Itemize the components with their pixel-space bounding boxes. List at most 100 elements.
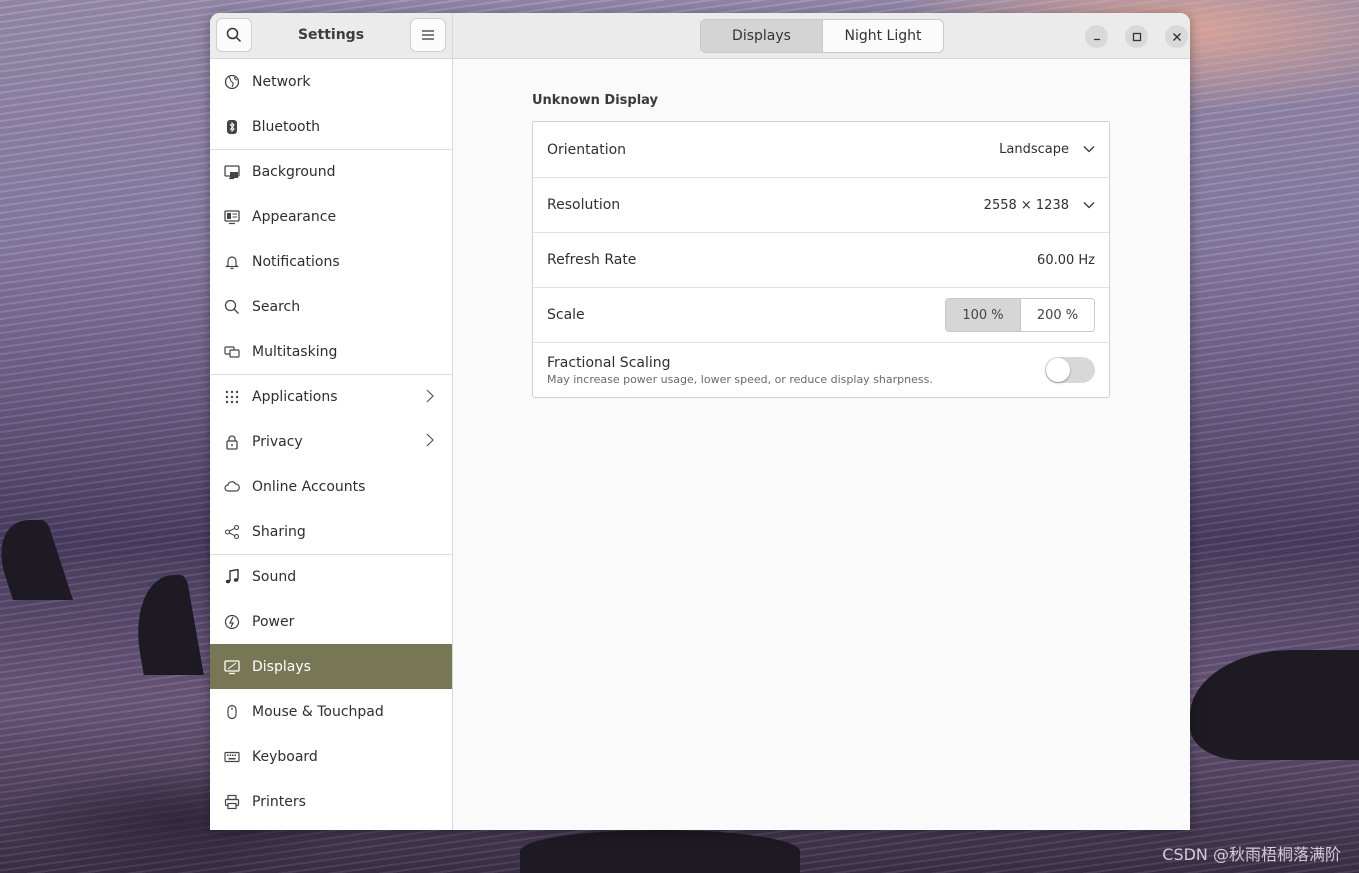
fractional-scaling-description: May increase power usage, lower speed, o… — [547, 372, 933, 386]
display-settings-card: Orientation Landscape Resolution 2558 × … — [532, 121, 1110, 398]
watermark: CSDN @秋雨梧桐落满阶 — [1162, 845, 1341, 864]
resolution-dropdown[interactable]: 2558 × 1238 — [984, 198, 1095, 213]
refresh-rate-label: Refresh Rate — [547, 252, 637, 268]
sidebar-item-displays[interactable]: Displays — [210, 644, 452, 689]
sidebar-item-background[interactable]: Background — [210, 149, 452, 194]
sidebar-item-label: Bluetooth — [252, 118, 320, 135]
fractional-scaling-row: Fractional Scaling May increase power us… — [533, 342, 1109, 397]
sidebar-item-label: Keyboard — [252, 748, 318, 765]
search-button[interactable] — [216, 18, 252, 52]
sidebar-item-label: Power — [252, 613, 295, 630]
orientation-label: Orientation — [547, 141, 627, 158]
toggle-knob — [1046, 358, 1070, 382]
chevron-right-icon — [426, 389, 434, 407]
search-icon — [224, 299, 240, 315]
sidebar-item-label: Mouse & Touchpad — [252, 703, 384, 720]
bell-icon — [224, 254, 240, 270]
sidebar-item-applications[interactable]: Applications — [210, 374, 452, 419]
content-header: Displays Night Light — [453, 13, 1190, 59]
chevron-down-icon — [1083, 142, 1095, 157]
mouse-icon — [224, 704, 240, 720]
sidebar-item-label: Sound — [252, 569, 297, 585]
cloud-icon — [224, 479, 240, 495]
scale-label: Scale — [547, 307, 585, 323]
fractional-scaling-toggle[interactable] — [1045, 357, 1095, 383]
share-icon — [224, 524, 240, 540]
menu-button[interactable] — [410, 18, 446, 52]
refresh-rate-row: Refresh Rate 60.00 Hz — [533, 232, 1109, 287]
sidebar-item-label: Privacy — [252, 433, 303, 450]
monitor-image-icon — [224, 164, 240, 180]
bluetooth-icon — [224, 119, 240, 135]
chevron-down-icon — [1083, 198, 1095, 213]
sidebar-title: Settings — [297, 27, 365, 43]
refresh-rate-value: 60.00 Hz — [1037, 252, 1095, 268]
sidebar: Settings Network Bluetooth Background Ap… — [210, 13, 453, 830]
orientation-value: Landscape — [999, 142, 1069, 157]
chevron-right-icon — [426, 433, 434, 451]
orientation-row[interactable]: Orientation Landscape — [533, 122, 1109, 177]
sidebar-item-sharing[interactable]: Sharing — [210, 509, 452, 554]
sidebar-item-printers[interactable]: Printers — [210, 779, 452, 824]
sidebar-item-label: Applications — [252, 389, 338, 405]
tab-displays[interactable]: Displays — [701, 20, 822, 52]
wallpaper-fin — [126, 575, 204, 675]
minimize-icon — [1093, 38, 1100, 40]
sidebar-item-notifications[interactable]: Notifications — [210, 239, 452, 284]
resolution-row[interactable]: Resolution 2558 × 1238 — [533, 177, 1109, 232]
scale-100-button[interactable]: 100 % — [946, 299, 1020, 331]
sidebar-item-online-accounts[interactable]: Online Accounts — [210, 464, 452, 509]
scale-selector: 100 % 200 % — [945, 298, 1095, 332]
sidebar-item-label: Appearance — [252, 208, 337, 225]
sidebar-header: Settings — [210, 13, 452, 59]
sidebar-item-label: Search — [252, 298, 301, 315]
display-name: Unknown Display — [532, 93, 659, 108]
lock-icon — [224, 434, 240, 450]
hamburger-icon — [422, 30, 434, 40]
wallpaper-fin — [0, 520, 73, 600]
sidebar-item-privacy[interactable]: Privacy — [210, 419, 452, 464]
printer-icon — [224, 794, 240, 810]
sidebar-item-sound[interactable]: Sound — [210, 554, 452, 599]
sidebar-item-label: Network — [252, 73, 311, 90]
close-icon — [1172, 32, 1181, 41]
tab-night-light[interactable]: Night Light — [822, 20, 943, 52]
sidebar-item-label: Sharing — [252, 523, 306, 540]
sidebar-item-bluetooth[interactable]: Bluetooth — [210, 104, 452, 149]
view-switcher: Displays Night Light — [700, 19, 944, 53]
sidebar-item-mouse-touchpad[interactable]: Mouse & Touchpad — [210, 689, 452, 734]
appearance-icon — [224, 209, 240, 225]
wallpaper-whale — [520, 830, 800, 873]
keyboard-icon — [224, 749, 240, 765]
maximize-button[interactable] — [1125, 25, 1148, 48]
scale-200-button[interactable]: 200 % — [1020, 299, 1094, 331]
sidebar-item-label: Notifications — [252, 253, 340, 270]
displays-panel: Unknown Display Orientation Landscape Re… — [453, 59, 1190, 830]
maximize-icon — [1132, 32, 1141, 41]
resolution-label: Resolution — [547, 197, 621, 213]
sidebar-item-multitasking[interactable]: Multitasking — [210, 329, 452, 374]
sidebar-item-appearance[interactable]: Appearance — [210, 194, 452, 239]
sidebar-item-power[interactable]: Power — [210, 599, 452, 644]
music-note-icon — [224, 569, 240, 585]
wallpaper-whale — [1190, 650, 1359, 760]
close-button[interactable] — [1165, 25, 1188, 48]
minimize-button[interactable] — [1085, 25, 1108, 48]
settings-window: Settings Network Bluetooth Background Ap… — [210, 13, 1190, 830]
sidebar-item-search[interactable]: Search — [210, 284, 452, 329]
power-icon — [224, 614, 240, 630]
scale-row: Scale 100 % 200 % — [533, 287, 1109, 342]
orientation-dropdown[interactable]: Landscape — [999, 142, 1095, 157]
sidebar-item-keyboard[interactable]: Keyboard — [210, 734, 452, 779]
sidebar-item-network[interactable]: Network — [210, 59, 452, 104]
grid-icon — [224, 389, 240, 405]
sidebar-item-label: Multitasking — [252, 343, 338, 360]
globe-icon — [224, 74, 240, 90]
display-icon — [224, 659, 240, 675]
sidebar-item-label: Background — [252, 164, 336, 180]
search-icon — [226, 27, 242, 43]
windows-icon — [224, 344, 240, 360]
resolution-value: 2558 × 1238 — [983, 197, 1069, 213]
sidebar-item-label: Displays — [252, 658, 311, 675]
sidebar-item-label: Online Accounts — [252, 478, 366, 495]
